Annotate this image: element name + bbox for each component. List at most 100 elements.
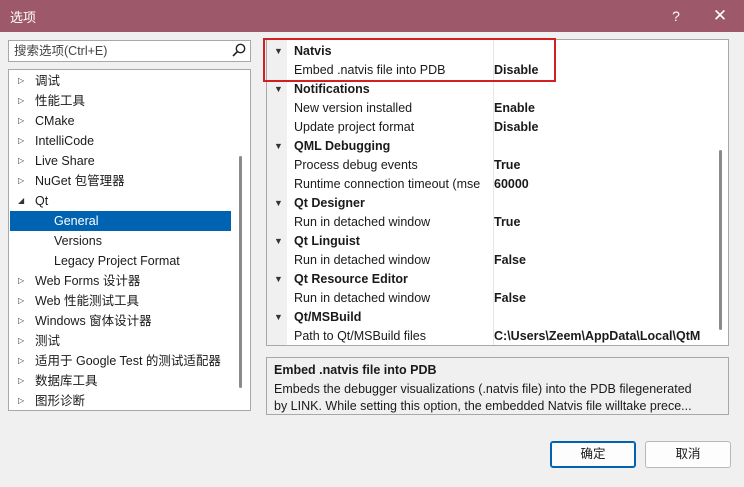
category-name: Notifications bbox=[294, 82, 370, 96]
tree-item[interactable]: ▷ Web Forms 设计器 bbox=[10, 271, 231, 291]
property-value[interactable]: 60000 bbox=[494, 175, 713, 194]
category-name: Qt Linguist bbox=[294, 234, 360, 248]
tree-item-label: 图形诊断 bbox=[35, 394, 86, 408]
tree-item-label: 性能工具 bbox=[35, 94, 86, 108]
tree-item[interactable]: ◢ Qt bbox=[10, 191, 231, 211]
description-line-1: Embeds the debugger visualizations (.nat… bbox=[274, 382, 692, 396]
property-row[interactable]: Run in detached window False bbox=[287, 251, 713, 270]
options-tree[interactable]: ▷ 图形诊断 ▷ 数据库工具 ▷ 适用于 Google Test 的测试适配器 ▷ 测试 ▷ Wi… bbox=[8, 69, 251, 411]
chevron-down-icon[interactable]: ▼ bbox=[274, 270, 283, 289]
tree-item[interactable]: ▷ 适用于 Google Test 的测试适配器 bbox=[10, 351, 231, 371]
property-grid[interactable]: ▼ Natvis Embed .natvis file into PDB Disabl… bbox=[266, 39, 729, 346]
property-category[interactable]: ▼ QML Debugging bbox=[267, 137, 713, 156]
tree-item[interactable]: ▷ 数据库工具 bbox=[10, 371, 231, 391]
tree-item-label: NuGet 包管理器 bbox=[35, 174, 125, 188]
category-name: Qt/MSBuild bbox=[294, 310, 362, 324]
chevron-right-icon[interactable]: ▷ bbox=[18, 331, 28, 351]
tree-item[interactable]: ▷ CMake bbox=[10, 111, 231, 131]
tree-item-label: Live Share bbox=[35, 154, 95, 168]
tree-item[interactable]: Versions bbox=[10, 231, 231, 251]
highlight-box bbox=[263, 38, 556, 82]
tree-item-label: Legacy Project Format bbox=[54, 254, 180, 268]
property-value[interactable]: Disable bbox=[494, 118, 713, 137]
category-name: Qt Resource Editor bbox=[294, 272, 408, 286]
property-name: New version installed bbox=[294, 101, 413, 115]
chevron-right-icon[interactable]: ▷ bbox=[18, 371, 28, 391]
help-button[interactable]: ? bbox=[662, 4, 690, 28]
property-value[interactable]: True bbox=[494, 156, 713, 175]
chevron-down-icon[interactable]: ▼ bbox=[274, 80, 283, 99]
property-name: Run in detached window bbox=[294, 291, 431, 305]
grid-scrollbar-thumb[interactable] bbox=[719, 150, 722, 330]
options-search-box[interactable] bbox=[8, 40, 251, 62]
property-category[interactable]: ▼ Qt Designer bbox=[267, 194, 713, 213]
tree-item[interactable]: Legacy Project Format bbox=[10, 251, 231, 271]
property-category[interactable]: ▼ Notifications bbox=[267, 80, 713, 99]
close-button[interactable]: ✕ bbox=[706, 4, 734, 28]
property-value[interactable]: C:\Users\Zeem\AppData\Local\QtM bbox=[494, 327, 713, 345]
tree-item-label: Qt bbox=[35, 194, 49, 208]
tree-item-label: 测试 bbox=[35, 334, 61, 348]
description-title: Embed .natvis file into PDB bbox=[274, 363, 437, 377]
property-value[interactable]: Enable bbox=[494, 99, 713, 118]
chevron-right-icon[interactable]: ▷ bbox=[18, 351, 28, 371]
property-name: Runtime connection timeout (mse bbox=[294, 177, 481, 191]
category-name: QML Debugging bbox=[294, 139, 391, 153]
tree-item[interactable]: ▷ 测试 bbox=[10, 331, 231, 351]
chevron-down-icon[interactable]: ▼ bbox=[274, 308, 283, 327]
property-name: Run in detached window bbox=[294, 253, 431, 267]
tree-item-label: CMake bbox=[35, 114, 75, 128]
property-row[interactable]: Run in detached window False bbox=[287, 289, 713, 308]
tree-item[interactable]: ▷ IntelliCode bbox=[10, 131, 231, 151]
chevron-right-icon[interactable]: ▷ bbox=[18, 391, 28, 410]
property-value[interactable]: False bbox=[494, 251, 713, 270]
tree-item[interactable]: ▷ 图形诊断 bbox=[10, 391, 231, 410]
property-row[interactable]: Path to Qt/MSBuild files C:\Users\Zeem\Ap… bbox=[287, 327, 713, 345]
tree-item[interactable]: General bbox=[10, 211, 231, 231]
tree-item[interactable]: ▷ Live Share bbox=[10, 151, 231, 171]
chevron-right-icon[interactable]: ▷ bbox=[18, 151, 28, 171]
tree-scrollbar-thumb[interactable] bbox=[239, 156, 242, 388]
chevron-right-icon[interactable]: ▷ bbox=[18, 131, 28, 151]
title-bar: 选项 ? ✕ bbox=[0, 0, 744, 32]
cancel-button[interactable]: 取消 bbox=[645, 441, 731, 468]
property-name: Path to Qt/MSBuild files bbox=[294, 329, 427, 343]
property-row[interactable]: New version installed Enable bbox=[287, 99, 713, 118]
property-category[interactable]: ▼ Qt/MSBuild bbox=[267, 308, 713, 327]
tree-item[interactable]: ▷ 性能工具 bbox=[10, 91, 231, 111]
property-row[interactable]: Update project format Disable bbox=[287, 118, 713, 137]
tree-item[interactable]: ▷ 调试 bbox=[10, 71, 231, 91]
chevron-right-icon[interactable]: ▷ bbox=[18, 291, 28, 311]
chevron-right-icon[interactable]: ▷ bbox=[18, 91, 28, 111]
window-title: 选项 bbox=[10, 10, 37, 25]
chevron-right-icon[interactable]: ▷ bbox=[18, 111, 28, 131]
property-row[interactable]: Run in detached window True bbox=[287, 213, 713, 232]
chevron-down-icon[interactable]: ▼ bbox=[274, 232, 283, 251]
property-name: Process debug events bbox=[294, 158, 418, 172]
chevron-right-icon[interactable]: ▷ bbox=[18, 311, 28, 331]
chevron-right-icon[interactable]: ▷ bbox=[18, 171, 28, 191]
ok-button[interactable]: 确定 bbox=[550, 441, 636, 468]
search-input[interactable] bbox=[9, 41, 229, 61]
tree-item-label: Versions bbox=[54, 234, 102, 248]
property-row[interactable]: Runtime connection timeout (mse 60000 bbox=[287, 175, 713, 194]
property-category[interactable]: ▼ Qt Linguist bbox=[267, 232, 713, 251]
tree-item[interactable]: ▷ Web 性能测试工具 bbox=[10, 291, 231, 311]
description-line-2: by LINK. While setting this option, the … bbox=[274, 399, 692, 413]
chevron-down-icon[interactable]: ▼ bbox=[274, 194, 283, 213]
property-row[interactable]: Process debug events True bbox=[287, 156, 713, 175]
tree-item[interactable]: ▷ NuGet 包管理器 bbox=[10, 171, 231, 191]
tree-item-label: Windows 窗体设计器 bbox=[35, 314, 152, 328]
property-value[interactable]: True bbox=[494, 213, 713, 232]
chevron-down-icon[interactable]: ◢ bbox=[18, 191, 28, 211]
tree-item[interactable]: ▷ Windows 窗体设计器 bbox=[10, 311, 231, 331]
tree-item-label: Web Forms 设计器 bbox=[35, 274, 141, 288]
property-value[interactable]: False bbox=[494, 289, 713, 308]
tree-item-label: 适用于 Google Test 的测试适配器 bbox=[35, 354, 221, 368]
search-icon[interactable] bbox=[231, 42, 247, 60]
tree-item-label: IntelliCode bbox=[35, 134, 95, 148]
chevron-down-icon[interactable]: ▼ bbox=[274, 137, 283, 156]
chevron-right-icon[interactable]: ▷ bbox=[18, 71, 28, 91]
property-category[interactable]: ▼ Qt Resource Editor bbox=[267, 270, 713, 289]
chevron-right-icon[interactable]: ▷ bbox=[18, 271, 28, 291]
